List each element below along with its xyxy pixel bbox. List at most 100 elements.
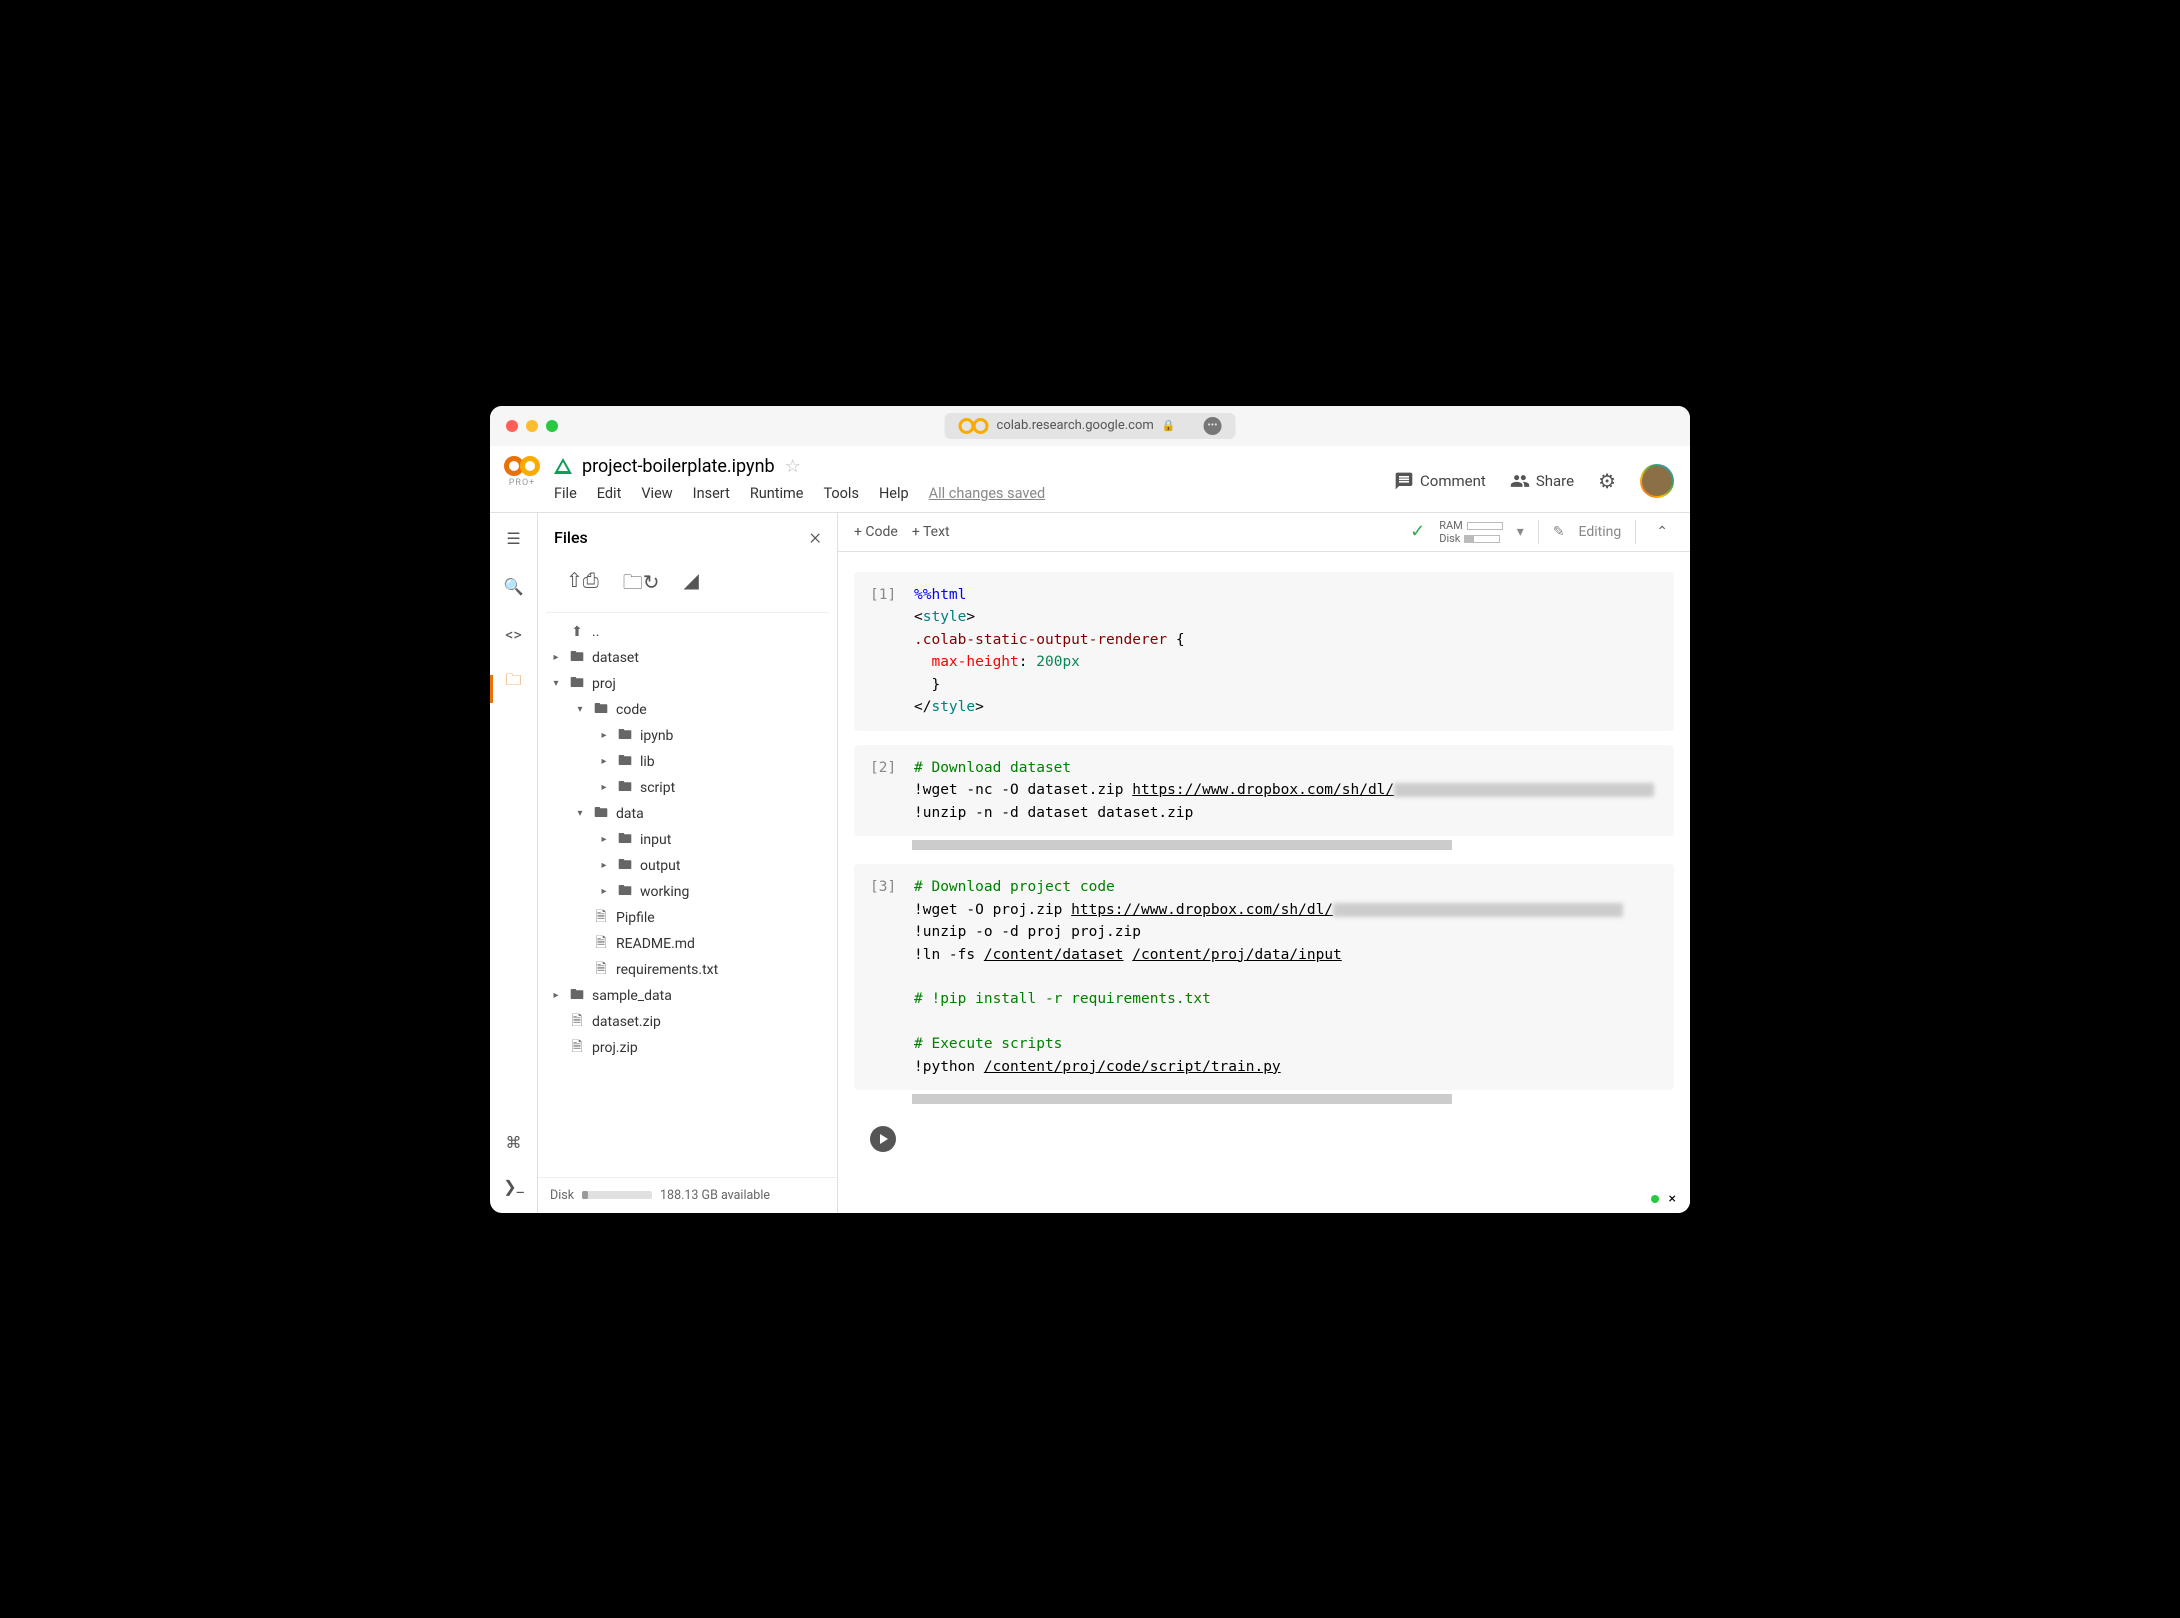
menu-edit[interactable]: Edit — [597, 485, 622, 502]
disk-usage: Disk 188.13 GB available — [538, 1177, 837, 1213]
cell-code[interactable]: # Download dataset !wget -nc -O dataset.… — [914, 757, 1658, 824]
menu-tools[interactable]: Tools — [823, 485, 859, 502]
menu-help[interactable]: Help — [879, 485, 909, 502]
variables-icon[interactable]: <> — [502, 623, 526, 647]
chevron-down-icon[interactable]: ▾ — [1517, 524, 1524, 540]
folder-icon: 🖿 — [568, 675, 586, 693]
code-cell[interactable]: [1]%%html <style> .colab-static-output-r… — [854, 572, 1674, 731]
add-text-button[interactable]: + Text — [912, 524, 950, 540]
tree-item-proj.zip[interactable]: 🗎proj.zip — [538, 1035, 837, 1061]
run-button[interactable] — [870, 1126, 896, 1152]
tree-item-working[interactable]: ▸🖿working — [538, 879, 837, 905]
toc-icon[interactable]: ☰ — [502, 527, 526, 551]
comment-button[interactable]: Comment — [1394, 471, 1486, 491]
tree-item-ipynb[interactable]: ▸🖿ipynb — [538, 723, 837, 749]
empty-cell[interactable] — [854, 1118, 1674, 1160]
tree-item-lib[interactable]: ▸🖿lib — [538, 749, 837, 775]
tree-item-script[interactable]: ▸🖿script — [538, 775, 837, 801]
expand-arrow-icon[interactable]: ▸ — [598, 730, 610, 741]
tree-item-input[interactable]: ▸🖿input — [538, 827, 837, 853]
folder-icon: 🖿 — [592, 805, 610, 823]
menu-view[interactable]: View — [641, 485, 672, 502]
mount-drive-icon[interactable]: ◢ — [684, 568, 699, 602]
tree-label: sample_data — [592, 988, 672, 1004]
disk-meter — [582, 1191, 652, 1199]
tree-label: ipynb — [640, 728, 673, 744]
search-icon[interactable]: 🔍 — [502, 575, 526, 599]
tree-label: requirements.txt — [616, 962, 718, 978]
expand-arrow-icon[interactable]: ▸ — [598, 834, 610, 845]
notebook-title[interactable]: project-boilerplate.ipynb — [582, 456, 775, 477]
expand-arrow-icon[interactable]: ▸ — [598, 886, 610, 897]
expand-arrow-icon[interactable]: ▸ — [598, 756, 610, 767]
cell-code[interactable]: # Download project code !wget -O proj.zi… — [914, 876, 1658, 1078]
tree-label: proj — [592, 676, 616, 692]
refresh-icon[interactable]: 🗀↻ — [623, 568, 660, 602]
expand-arrow-icon[interactable]: ▸ — [550, 652, 562, 663]
up-icon: ⬆ — [568, 623, 586, 641]
tree-item-sample_data[interactable]: ▸🖿sample_data — [538, 983, 837, 1009]
folder-icon: 🖿 — [616, 831, 634, 849]
expand-arrow-icon[interactable]: ▸ — [550, 990, 562, 1001]
terminal-icon[interactable]: ❯_ — [502, 1175, 526, 1199]
close-icon[interactable]: × — [809, 525, 821, 550]
folder-icon: 🖿 — [592, 701, 610, 719]
zoom-window-button[interactable] — [546, 420, 558, 432]
left-rail: ☰ 🔍 <> 🗀 ⌘ ❯_ — [490, 513, 538, 1213]
expand-arrow-icon[interactable]: ▸ — [598, 782, 610, 793]
expand-arrow-icon[interactable]: ▾ — [550, 678, 562, 689]
files-panel: Files × ⇧⎙ 🗀↻ ◢ ⬆..▸🖿dataset▾🖿proj▾🖿code… — [538, 513, 838, 1213]
settings-icon[interactable]: ⚙ — [1598, 469, 1616, 493]
tree-item-Pipfile[interactable]: 🗎Pipfile — [538, 905, 837, 931]
tree-item-code[interactable]: ▾🖿code — [538, 697, 837, 723]
add-code-button[interactable]: + Code — [854, 524, 898, 540]
close-window-button[interactable] — [506, 420, 518, 432]
files-icon[interactable]: 🗀 — [502, 671, 526, 695]
menu-insert[interactable]: Insert — [693, 485, 730, 502]
tree-label: .. — [592, 624, 599, 640]
menu-runtime[interactable]: Runtime — [750, 485, 804, 502]
share-button[interactable]: Share — [1510, 471, 1574, 491]
people-icon — [1510, 471, 1530, 491]
tree-item-..[interactable]: ⬆.. — [538, 619, 837, 645]
resource-indicator[interactable]: RAM Disk — [1439, 519, 1503, 545]
folder-icon: 🖿 — [616, 883, 634, 901]
expand-arrow-icon[interactable]: ▸ — [598, 860, 610, 871]
close-status-icon[interactable]: × — [1669, 1191, 1676, 1207]
file-icon: 🗎 — [592, 961, 610, 979]
drive-icon — [554, 458, 572, 474]
minimize-window-button[interactable] — [526, 420, 538, 432]
file-icon: 🗎 — [568, 1013, 586, 1031]
tree-item-README.md[interactable]: 🗎README.md — [538, 931, 837, 957]
command-palette-icon[interactable]: ⌘ — [502, 1131, 526, 1155]
avatar[interactable] — [1640, 464, 1674, 498]
tree-item-output[interactable]: ▸🖿output — [538, 853, 837, 879]
menu-file[interactable]: File — [554, 485, 577, 502]
colab-logo[interactable]: PRO+ — [504, 456, 540, 488]
upload-icon[interactable]: ⇧⎙ — [566, 568, 599, 602]
folder-icon: 🖿 — [616, 779, 634, 797]
expand-arrow-icon[interactable]: ▾ — [574, 704, 586, 715]
files-panel-title: Files — [554, 528, 588, 547]
file-tree: ⬆..▸🖿dataset▾🖿proj▾🖿code▸🖿ipynb▸🖿lib▸🖿sc… — [538, 613, 837, 1177]
cells-container: [1]%%html <style> .colab-static-output-r… — [838, 552, 1690, 1213]
tree-item-dataset[interactable]: ▸🖿dataset — [538, 645, 837, 671]
code-cell[interactable]: [2]# Download dataset !wget -nc -O datas… — [854, 745, 1674, 836]
cell-code[interactable]: %%html <style> .colab-static-output-rend… — [914, 584, 1658, 719]
file-icon: 🗎 — [592, 909, 610, 927]
tree-item-requirements.txt[interactable]: 🗎 requirements.txt — [538, 957, 837, 983]
tree-item-data[interactable]: ▾🖿data — [538, 801, 837, 827]
chevron-up-icon[interactable]: ⌃ — [1650, 524, 1674, 540]
expand-arrow-icon[interactable]: ▾ — [574, 808, 586, 819]
site-menu-icon[interactable]: ••• — [1203, 417, 1221, 435]
editing-mode[interactable]: Editing — [1579, 524, 1622, 540]
address-bar[interactable]: colab.research.google.com 🔒 ••• — [945, 413, 1236, 439]
star-icon[interactable]: ☆ — [785, 456, 801, 477]
tree-item-dataset.zip[interactable]: 🗎dataset.zip — [538, 1009, 837, 1035]
notebook-main: + Code + Text ✓ RAM Disk ▾ ✎ Editing ⌃ [… — [838, 513, 1690, 1213]
connected-icon: ✓ — [1410, 521, 1425, 542]
tree-item-proj[interactable]: ▾ 🖿 proj — [538, 671, 837, 697]
disk-meter-small — [1464, 535, 1500, 543]
code-cell[interactable]: [3]# Download project code !wget -O proj… — [854, 864, 1674, 1090]
tree-label: dataset — [592, 650, 639, 666]
